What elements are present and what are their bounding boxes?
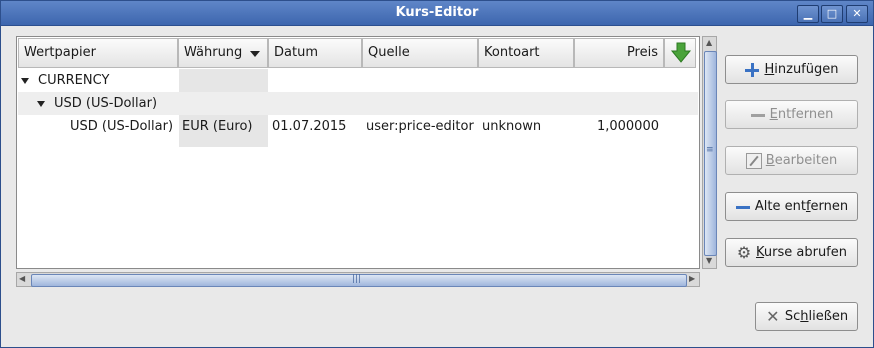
edit-icon xyxy=(745,152,762,169)
mnemonic: K xyxy=(756,245,764,260)
edit-button[interactable]: Bearbeiten xyxy=(725,146,858,175)
grip-icon: ||| xyxy=(352,274,362,284)
column-header-datum[interactable]: Datum xyxy=(268,38,362,68)
green-down-arrow-icon xyxy=(670,42,692,63)
scroll-left-icon[interactable]: ◀ xyxy=(19,274,25,283)
tree-row-usd-group[interactable]: USD (US-Dollar) xyxy=(18,92,698,115)
row-label: USD (US-Dollar) xyxy=(54,96,158,111)
button-label: Hinzufügen xyxy=(764,62,838,77)
cell-kontoart: unknown xyxy=(482,119,542,134)
column-header-waehrung[interactable]: Währung xyxy=(178,38,268,68)
remove-button[interactable]: Entfernen xyxy=(725,100,858,129)
mnemonic: B xyxy=(765,153,775,168)
expander-down-icon[interactable] xyxy=(37,101,45,107)
column-header-label: Datum xyxy=(274,45,318,60)
label-rest: earbeiten xyxy=(774,153,838,168)
minus-icon xyxy=(735,199,751,215)
maximize-button[interactable]: □ xyxy=(821,5,843,23)
row-label: CURRENCY xyxy=(38,73,110,88)
title-bar[interactable]: Kurs-Editor ▁ □ ✕ xyxy=(1,1,873,26)
label-pre: Sc xyxy=(784,309,801,324)
label-rest: inzufügen xyxy=(774,62,839,77)
scroll-up-icon[interactable]: ▲ xyxy=(706,38,712,47)
kurs-editor-window: Kurs-Editor ▁ □ ✕ Wertpapier Währung Dat… xyxy=(0,0,874,348)
cell-datum: 01.07.2015 xyxy=(272,119,347,134)
gears-icon: ⚙ xyxy=(736,242,752,262)
close-window-button[interactable]: ✕ xyxy=(846,5,868,23)
sort-down-icon xyxy=(250,51,260,57)
column-header-quelle[interactable]: Quelle xyxy=(362,38,478,68)
expander-down-icon[interactable] xyxy=(21,78,29,84)
mnemonic: H xyxy=(764,62,775,77)
column-header-label: Wertpapier xyxy=(24,45,96,60)
close-button[interactable]: ✕ Schließen xyxy=(755,302,858,331)
window-title: Kurs-Editor xyxy=(395,5,479,20)
close-icon: ✕ xyxy=(766,306,780,326)
tree-row-currency[interactable]: CURRENCY xyxy=(18,69,698,92)
label-rest: ntfernen xyxy=(777,107,834,122)
button-label: Entfernen xyxy=(770,107,834,122)
plus-icon xyxy=(744,62,760,78)
horizontal-scrollbar[interactable]: ◀ ||| ▶ xyxy=(16,272,700,287)
remove-old-button[interactable]: Alte entfernen xyxy=(725,192,858,221)
column-header-label: Währung xyxy=(184,45,243,60)
cell-preis: 1,000000 xyxy=(596,119,659,134)
column-chooser-button[interactable] xyxy=(664,38,696,68)
price-tree-view[interactable]: Wertpapier Währung Datum Quelle Kontoart… xyxy=(16,36,700,269)
label-rest: ernen xyxy=(810,199,849,214)
column-header-label: Preis xyxy=(626,45,658,60)
column-header-label: Quelle xyxy=(368,45,410,60)
label-pre: Alte ent xyxy=(754,199,806,214)
cell-wertpapier: USD (US-Dollar) xyxy=(70,119,174,134)
vertical-scrollbar[interactable]: ▲ ≡ ▼ xyxy=(702,36,717,269)
horizontal-scroll-thumb[interactable]: ||| xyxy=(31,274,687,287)
minimize-button[interactable]: ▁ xyxy=(797,5,819,23)
mnemonic: E xyxy=(769,107,778,122)
button-label: Kurse abrufen xyxy=(756,245,847,260)
button-label: Bearbeiten xyxy=(766,153,837,168)
mnemonic: h xyxy=(800,309,809,324)
tree-row-price[interactable]: USD (US-Dollar) EUR (Euro) 01.07.2015 us… xyxy=(18,115,698,138)
label-rest: ließen xyxy=(808,309,849,324)
button-label: Alte entfernen xyxy=(755,199,848,214)
column-header-preis[interactable]: Preis xyxy=(574,38,664,68)
column-header-wertpapier[interactable]: Wertpapier xyxy=(18,38,178,68)
cell-waehrung: EUR (Euro) xyxy=(182,119,253,134)
scroll-right-icon[interactable]: ▶ xyxy=(689,274,695,283)
scroll-down-icon[interactable]: ▼ xyxy=(706,256,712,265)
column-header-kontoart[interactable]: Kontoart xyxy=(478,38,574,68)
label-rest: urse abrufen xyxy=(763,245,847,260)
grip-icon: ≡ xyxy=(706,145,714,155)
fetch-quotes-button[interactable]: ⚙ Kurse abrufen xyxy=(725,238,858,267)
button-label: Schließen xyxy=(785,309,848,324)
column-header-label: Kontoart xyxy=(484,45,540,60)
minus-icon xyxy=(750,107,766,123)
add-button[interactable]: Hinzufügen xyxy=(725,55,858,84)
cell-quelle: user:price-editor xyxy=(366,119,474,134)
vertical-scroll-thumb[interactable]: ≡ xyxy=(704,51,717,256)
